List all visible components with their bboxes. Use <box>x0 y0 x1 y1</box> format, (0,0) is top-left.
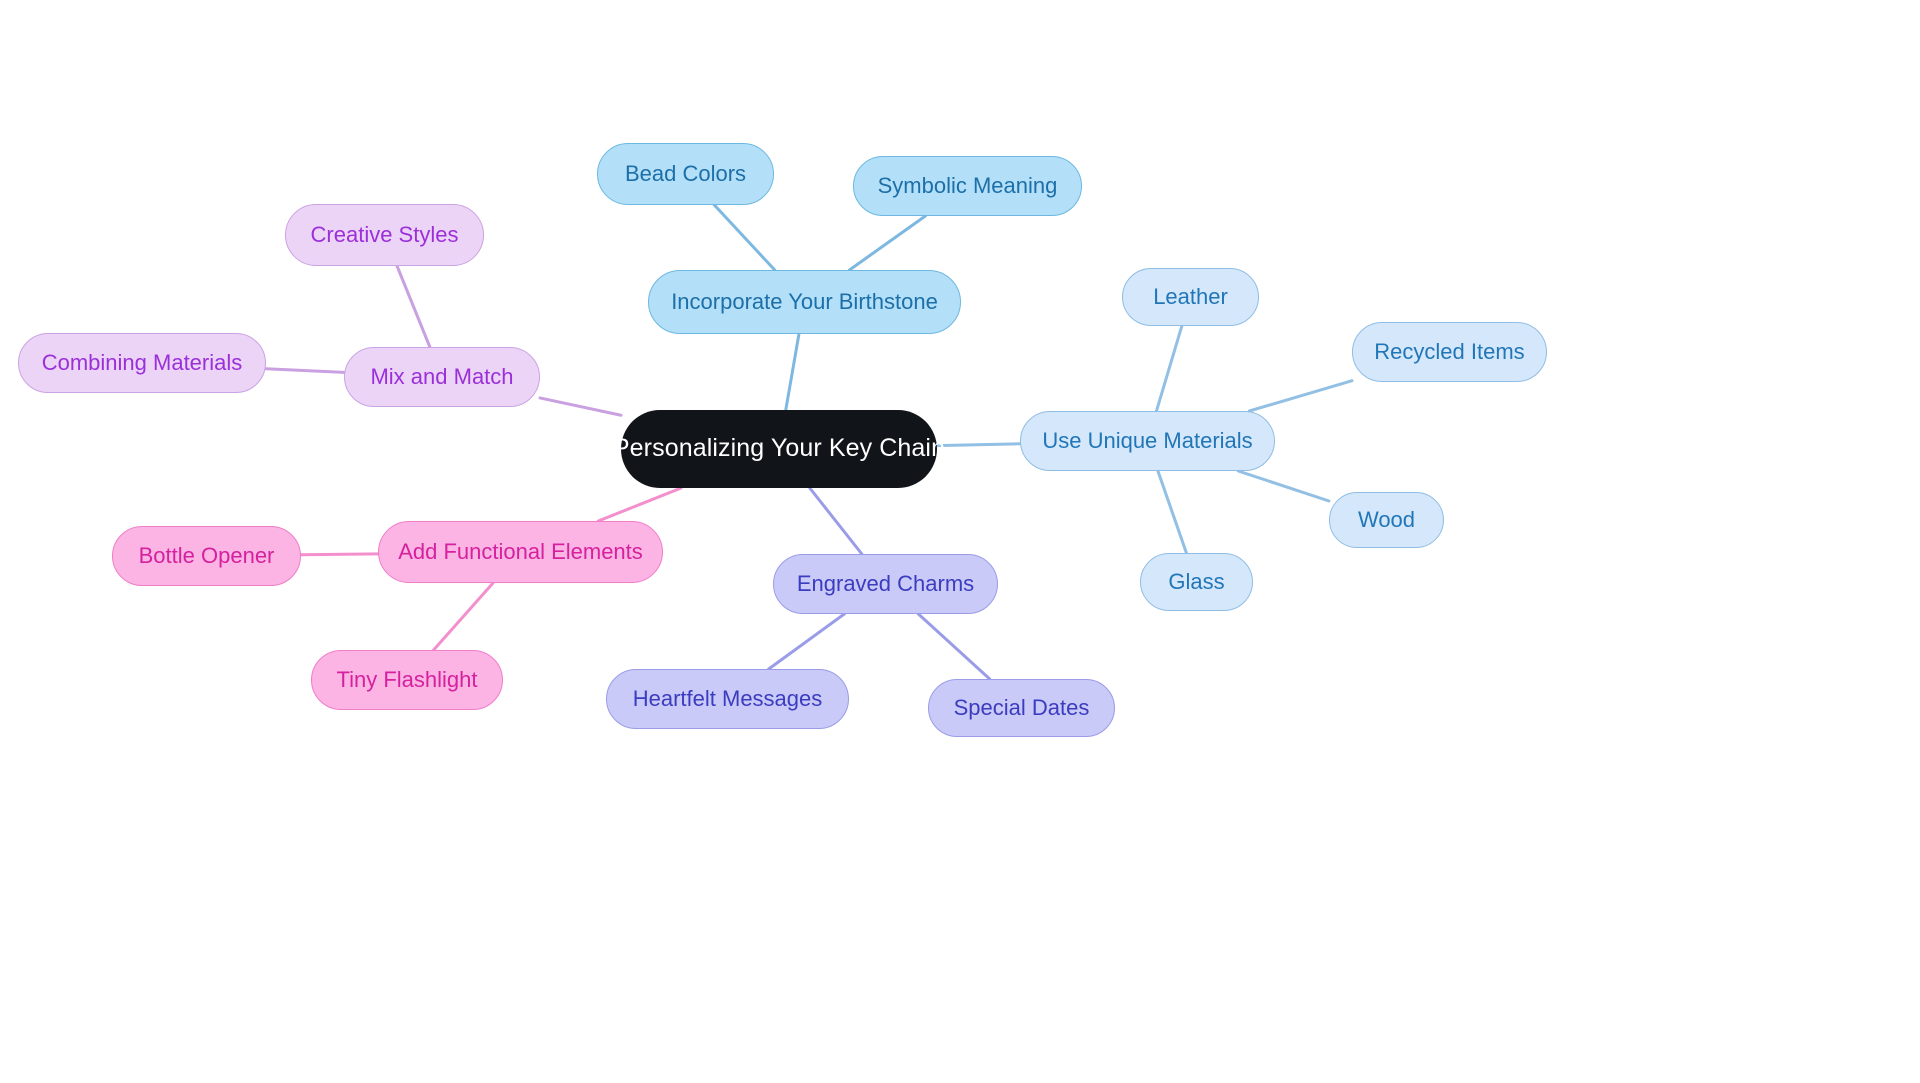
edge-engraved-charms-to-heartfelt-messages <box>767 612 846 671</box>
edge-unique-materials-to-leather <box>1154 324 1184 413</box>
mindmap-node-label: Add Functional Elements <box>398 538 643 564</box>
edge-birthstone-to-bead-colors <box>712 203 777 272</box>
mindmap-node-recycled-items[interactable]: Recycled Items <box>1352 322 1547 382</box>
mindmap-node-label: Creative Styles <box>310 221 459 247</box>
mindmap-node-label: Personalizing Your Key Chain <box>612 434 946 463</box>
mindmap-node-label: Heartfelt Messages <box>632 685 823 711</box>
mindmap-node-creative-styles[interactable]: Creative Styles <box>285 204 484 266</box>
edge-engraved-charms-to-special-dates <box>916 612 992 681</box>
mindmap-node-bottle-opener[interactable]: Bottle Opener <box>112 526 301 586</box>
mindmap-node-birthstone[interactable]: Incorporate Your Birthstone <box>648 270 961 334</box>
mindmap-node-label: Special Dates <box>953 694 1090 720</box>
mindmap-node-label: Wood <box>1357 506 1416 532</box>
mindmap-node-unique-materials[interactable]: Use Unique Materials <box>1020 411 1275 471</box>
mindmap-node-wood[interactable]: Wood <box>1329 492 1444 548</box>
mindmap-node-heartfelt-messages[interactable]: Heartfelt Messages <box>606 669 849 729</box>
edge-root-to-mix-and-match <box>538 396 623 417</box>
edge-functional-to-bottle-opener <box>299 552 380 557</box>
mindmap-node-label: Bead Colors <box>624 160 747 186</box>
mindmap-node-leather[interactable]: Leather <box>1122 268 1259 326</box>
mindmap-node-root[interactable]: Personalizing Your Key Chain <box>613 410 945 488</box>
mindmap-node-label: Recycled Items <box>1374 338 1525 364</box>
mindmap-node-label: Tiny Flashlight <box>336 666 478 692</box>
mindmap-node-engraved-charms[interactable]: Engraved Charms <box>773 554 998 614</box>
edge-root-to-birthstone <box>784 332 801 412</box>
mindmap-node-mix-and-match[interactable]: Mix and Match <box>344 347 540 407</box>
edge-root-to-unique-materials <box>935 442 1022 448</box>
mindmap-node-label: Glass <box>1168 568 1225 594</box>
edge-mix-and-match-to-creative-styles <box>395 264 432 349</box>
edge-unique-materials-to-recycled-items <box>1247 379 1354 413</box>
edge-functional-to-tiny-flashlight <box>432 581 495 652</box>
mindmap-node-bead-colors[interactable]: Bead Colors <box>597 143 774 205</box>
edge-root-to-engraved-charms <box>808 486 864 556</box>
edge-birthstone-to-symbolic-meaning <box>847 214 927 272</box>
edge-root-to-functional <box>596 486 683 523</box>
edge-unique-materials-to-wood <box>1236 469 1331 503</box>
edge-mix-and-match-to-combining-materials <box>264 367 346 374</box>
mindmap-node-glass[interactable]: Glass <box>1140 553 1253 611</box>
mindmap-node-symbolic-meaning[interactable]: Symbolic Meaning <box>853 156 1082 216</box>
mindmap-node-special-dates[interactable]: Special Dates <box>928 679 1115 737</box>
mind-map-canvas: Personalizing Your Key Chain Incorporate … <box>0 0 1920 1083</box>
mindmap-node-tiny-flashlight[interactable]: Tiny Flashlight <box>311 650 503 710</box>
mindmap-node-label: Mix and Match <box>370 363 514 389</box>
mindmap-node-label: Use Unique Materials <box>1042 427 1253 453</box>
edge-unique-materials-to-glass <box>1156 469 1188 555</box>
mindmap-node-label: Combining Materials <box>41 349 243 375</box>
mindmap-node-functional[interactable]: Add Functional Elements <box>378 521 663 583</box>
mindmap-node-label: Symbolic Meaning <box>877 172 1058 198</box>
mindmap-node-label: Bottle Opener <box>138 542 275 568</box>
mindmap-node-label: Leather <box>1153 283 1228 309</box>
mindmap-node-combining-materials[interactable]: Combining Materials <box>18 333 266 393</box>
mindmap-node-label: Engraved Charms <box>796 570 975 596</box>
mindmap-node-label: Incorporate Your Birthstone <box>671 288 938 314</box>
